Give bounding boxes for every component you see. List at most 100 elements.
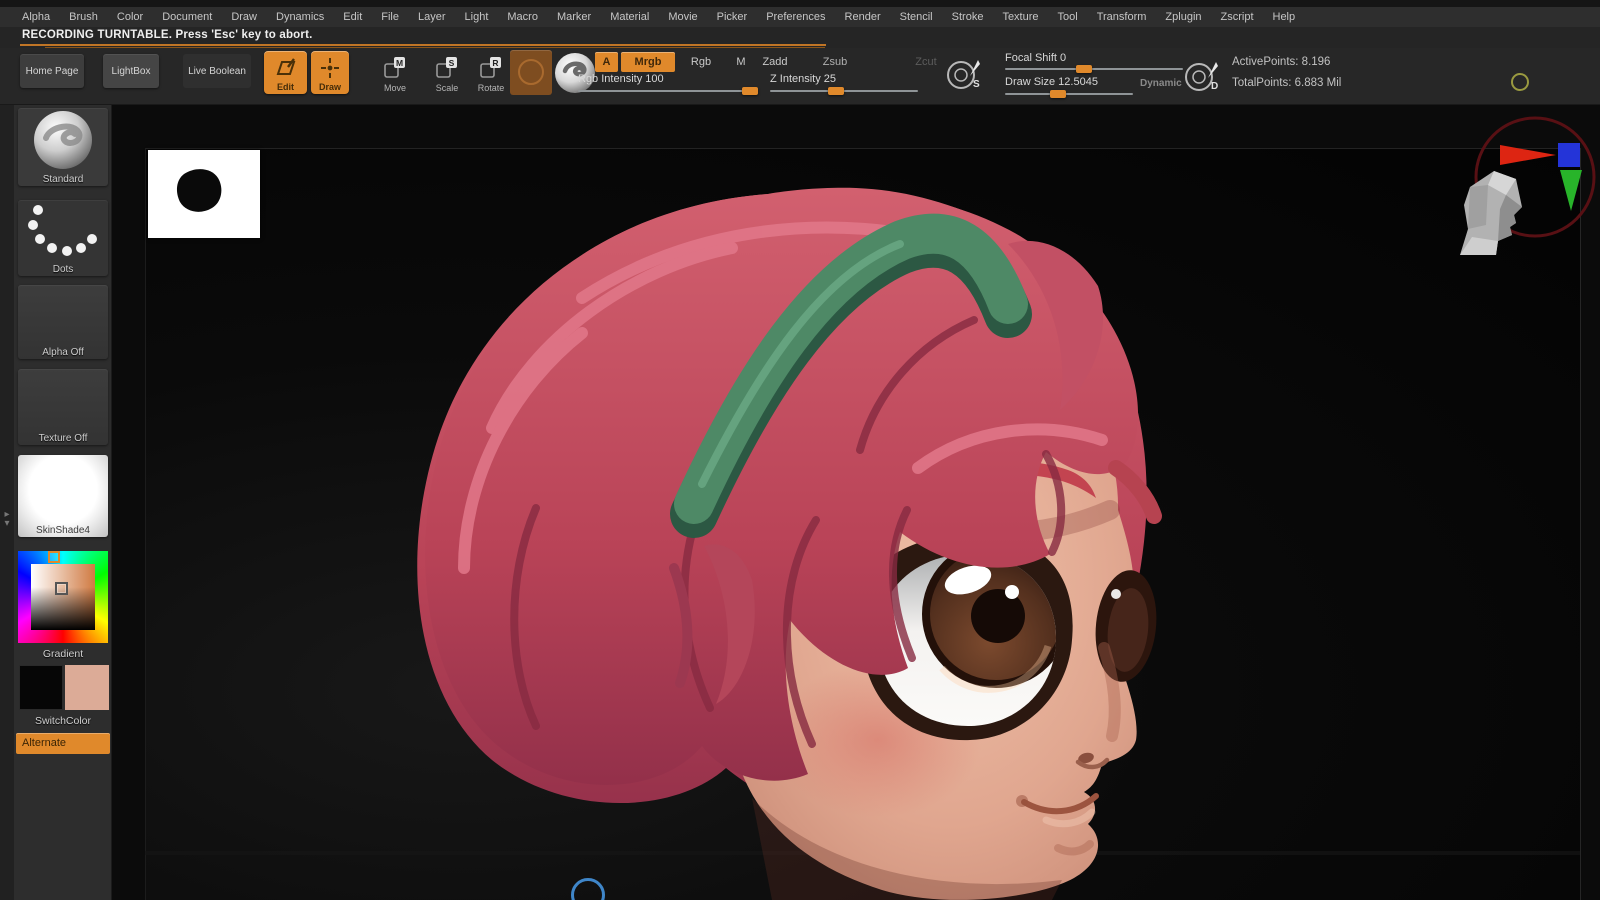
tray-collapse-handle-icon[interactable]: ▸▾	[2, 510, 12, 528]
menu-item-marker[interactable]: Marker	[557, 11, 591, 23]
svg-text:R: R	[492, 58, 498, 68]
alpha-selector[interactable]: Alpha Off	[18, 285, 108, 359]
material-selector[interactable]: SkinShade4	[18, 455, 108, 537]
menu-item-zscript[interactable]: Zscript	[1221, 11, 1254, 23]
live-boolean-button[interactable]: Live Boolean	[183, 54, 251, 88]
menu-item-picker[interactable]: Picker	[717, 11, 748, 23]
recording-underline	[20, 44, 826, 46]
menu-item-file[interactable]: File	[381, 11, 399, 23]
sculptris-pro-button[interactable]	[510, 50, 552, 95]
alpha-blob-icon	[148, 150, 260, 238]
switch-color-label[interactable]: SwitchColor	[14, 715, 112, 727]
menu-item-color[interactable]: Color	[117, 11, 143, 23]
menu-item-alpha[interactable]: Alpha	[22, 11, 50, 23]
rgb-intensity-handle[interactable]	[742, 87, 758, 95]
main-color-swatch[interactable]	[19, 665, 63, 710]
standard-brush-icon	[18, 108, 108, 170]
window-edge	[0, 0, 1600, 7]
menu-item-help[interactable]: Help	[1273, 11, 1296, 23]
menu-item-light[interactable]: Light	[465, 11, 489, 23]
hue-cursor[interactable]	[48, 551, 60, 563]
menu-item-material[interactable]: Material	[610, 11, 649, 23]
rgb-toggle-button[interactable]: Rgb	[682, 52, 720, 72]
texture-name-label: Texture Off	[18, 433, 108, 444]
rgb-intensity-slider[interactable]	[578, 90, 758, 92]
brush-name-label: Standard	[18, 174, 108, 185]
rotate-mode-button[interactable]: R Rotate	[468, 53, 514, 94]
mrgb-toggle-button[interactable]: Mrgb	[621, 52, 675, 72]
focal-shift-label: Focal Shift 0	[1005, 52, 1066, 64]
zcut-toggle-button[interactable]: Zcut	[903, 52, 949, 72]
alternate-button[interactable]: Alternate	[16, 733, 110, 754]
sv-cursor[interactable]	[55, 582, 68, 595]
menu-item-stencil[interactable]: Stencil	[900, 11, 933, 23]
shelf-ring-indicator	[1511, 73, 1529, 91]
draw-settings-icon[interactable]: D	[1182, 56, 1224, 98]
draw-mode-button[interactable]: Draw	[311, 51, 349, 94]
menu-item-layer[interactable]: Layer	[418, 11, 446, 23]
nav-gizmo[interactable]	[1442, 105, 1600, 265]
menu-item-preferences[interactable]: Preferences	[766, 11, 825, 23]
brush-selector[interactable]: Standard	[18, 108, 108, 186]
menubar: Alpha Brush Color Document Draw Dynamics…	[0, 7, 1600, 27]
draw-size-handle[interactable]	[1050, 90, 1066, 98]
menu-item-stroke[interactable]: Stroke	[952, 11, 984, 23]
menu-item-movie[interactable]: Movie	[668, 11, 697, 23]
draw-icon	[319, 56, 341, 82]
stroke-name-label: Dots	[18, 264, 108, 275]
stroke-selector[interactable]: Dots	[18, 200, 108, 276]
menu-item-document[interactable]: Document	[162, 11, 212, 23]
m-toggle-button[interactable]: M	[729, 52, 753, 72]
edit-label: Edit	[277, 82, 294, 92]
document-canvas[interactable]	[112, 105, 1600, 900]
svg-text:S: S	[973, 79, 980, 90]
menu-item-brush[interactable]: Brush	[69, 11, 98, 23]
dots-stroke-icon	[18, 200, 108, 260]
move-icon: M	[382, 55, 408, 83]
menu-item-macro[interactable]: Macro	[507, 11, 538, 23]
svg-text:D: D	[1211, 81, 1218, 92]
menu-item-transform[interactable]: Transform	[1097, 11, 1147, 23]
menu-item-draw[interactable]: Draw	[231, 11, 257, 23]
zadd-toggle-button[interactable]: Zadd	[752, 52, 798, 72]
menu-item-edit[interactable]: Edit	[343, 11, 362, 23]
scale-mode-button[interactable]: S Scale	[424, 53, 470, 94]
dynamic-toggle[interactable]: Dynamic	[1140, 78, 1182, 89]
lightbox-button[interactable]: LightBox	[103, 54, 159, 88]
draw-size-slider[interactable]	[1005, 93, 1133, 95]
sculpt-model-viewport[interactable]	[112, 148, 1600, 900]
move-mode-button[interactable]: M Move	[372, 53, 418, 94]
menu-item-render[interactable]: Render	[845, 11, 881, 23]
a-toggle-button[interactable]: A	[595, 52, 618, 72]
rotate-label: Rotate	[478, 83, 505, 93]
svg-text:M: M	[396, 58, 403, 68]
z-intensity-slider[interactable]	[770, 90, 918, 92]
z-intensity-handle[interactable]	[828, 87, 844, 95]
material-name-label: SkinShade4	[18, 525, 108, 536]
alpha-thumbnail[interactable]	[148, 150, 260, 238]
scale-icon: S	[434, 55, 460, 83]
tray-divider-strip[interactable]: ▸▾	[0, 105, 14, 900]
edit-mode-button[interactable]: Edit	[264, 51, 307, 94]
gradient-label[interactable]: Gradient	[14, 648, 112, 660]
alpha-name-label: Alpha Off	[18, 347, 108, 358]
scale-label: Scale	[436, 83, 459, 93]
recording-message: RECORDING TURNTABLE. Press 'Esc' key to …	[22, 29, 313, 41]
menu-item-texture[interactable]: Texture	[1002, 11, 1038, 23]
stroke-settings-icon[interactable]: S	[944, 54, 986, 96]
menu-item-zplugin[interactable]: Zplugin	[1165, 11, 1201, 23]
focal-shift-handle[interactable]	[1076, 65, 1092, 73]
x-axis-arrow	[1500, 145, 1556, 165]
texture-selector[interactable]: Texture Off	[18, 369, 108, 445]
camera-head-icon	[1460, 171, 1522, 255]
rotate-icon: R	[478, 55, 504, 83]
color-picker[interactable]	[18, 551, 108, 643]
menu-item-dynamics[interactable]: Dynamics	[276, 11, 324, 23]
secondary-color-swatch[interactable]	[65, 665, 109, 710]
draw-label: Draw	[319, 82, 341, 92]
focal-shift-slider[interactable]	[1005, 68, 1183, 70]
home-page-button[interactable]: Home Page	[20, 54, 84, 88]
color-picker-sv-square[interactable]	[31, 564, 95, 630]
menu-item-tool[interactable]: Tool	[1058, 11, 1078, 23]
zsub-toggle-button[interactable]: Zsub	[812, 52, 858, 72]
